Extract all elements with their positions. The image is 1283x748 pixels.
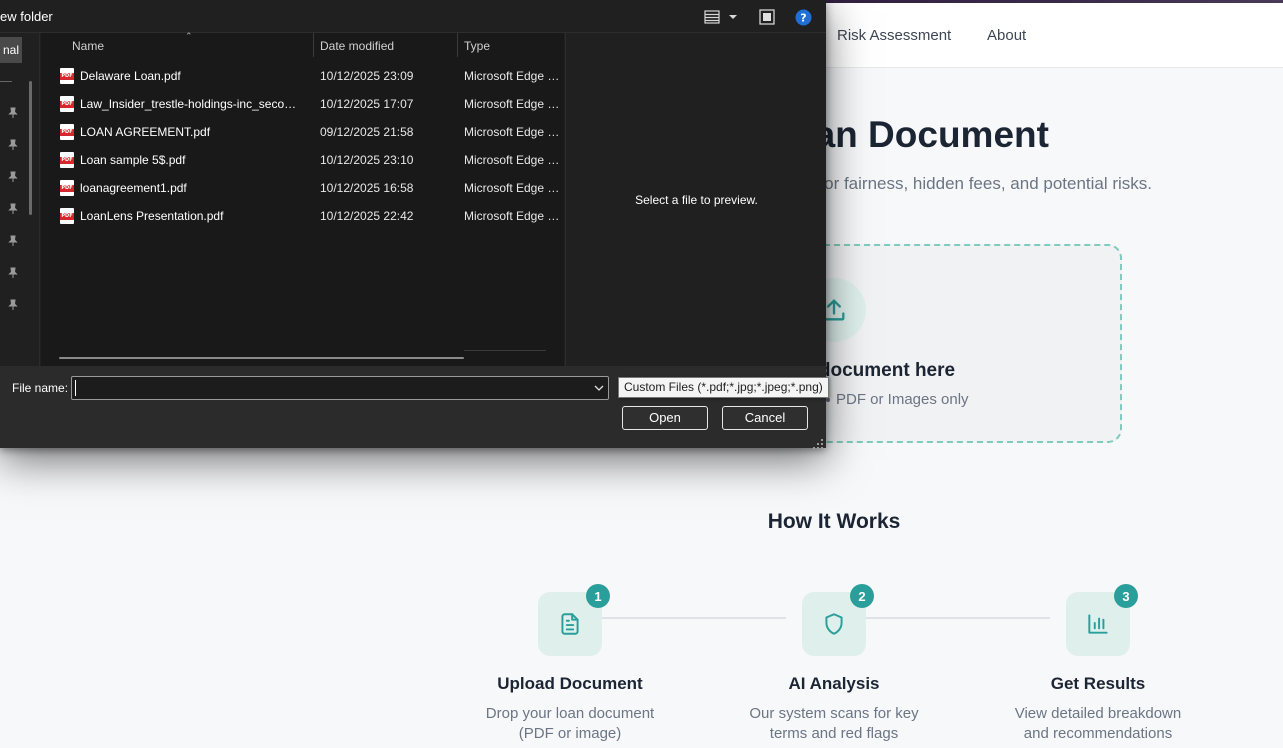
dropzone-bullet bbox=[826, 398, 830, 402]
pin-icon[interactable] bbox=[6, 106, 20, 120]
column-separator[interactable] bbox=[313, 33, 314, 57]
file-date: 10/12/2025 23:09 bbox=[320, 69, 414, 83]
pin-icon[interactable] bbox=[6, 266, 20, 280]
file-name: loanagreement1.pdf bbox=[80, 181, 187, 195]
step-connector bbox=[602, 617, 786, 619]
horizontal-scrollbar[interactable] bbox=[59, 357, 464, 359]
chevron-down-icon[interactable] bbox=[727, 8, 739, 26]
text-caret bbox=[75, 380, 76, 396]
help-icon[interactable]: ? bbox=[794, 8, 812, 26]
column-header-date-modified[interactable]: Date modified bbox=[320, 33, 394, 59]
nav-item-selected[interactable]: nal bbox=[0, 37, 22, 63]
file-row[interactable]: PDF loanagreement1.pdf 10/12/2025 16:58 … bbox=[55, 174, 564, 202]
step-desc-line: Drop your loan document bbox=[485, 705, 655, 722]
file-date: 10/12/2025 23:10 bbox=[320, 153, 414, 167]
step-number-badge: 1 bbox=[586, 584, 610, 608]
column-header-type[interactable]: Type bbox=[464, 33, 490, 59]
nav-about-link[interactable]: About bbox=[987, 27, 1026, 44]
file-name: Loan sample 5$.pdf bbox=[80, 153, 186, 167]
dialog-toolbar: ew folder ? bbox=[0, 0, 826, 33]
file-name: Delaware Loan.pdf bbox=[80, 69, 181, 83]
new-folder-button[interactable]: ew folder bbox=[0, 9, 53, 24]
pin-icon[interactable] bbox=[6, 138, 20, 152]
file-name: LOAN AGREEMENT.pdf bbox=[80, 125, 211, 139]
file-row[interactable]: PDF Law_Insider_trestle-holdings-inc_sec… bbox=[55, 90, 564, 118]
step-number-badge: 2 bbox=[850, 584, 874, 608]
step-description: Our system scans for key terms and red f… bbox=[714, 704, 954, 744]
cancel-button[interactable]: Cancel bbox=[722, 406, 808, 430]
preview-placeholder: Select a file to preview. bbox=[635, 193, 758, 207]
file-row[interactable]: PDF LOAN AGREEMENT.pdf 09/12/2025 21:58 … bbox=[55, 118, 564, 146]
preview-pane: Select a file to preview. bbox=[565, 33, 826, 366]
preview-pane-icon[interactable] bbox=[758, 8, 776, 26]
hero-title: oan Document bbox=[792, 114, 1049, 155]
step-title: AI Analysis bbox=[788, 674, 880, 693]
step-desc-line: and recommendations bbox=[1023, 725, 1173, 742]
step-connector bbox=[866, 617, 1050, 619]
column-header-name[interactable]: Name bbox=[72, 33, 104, 59]
file-list: ⌃ Name Date modified Type PDF Delaware L… bbox=[41, 31, 564, 366]
pin-icon[interactable] bbox=[6, 298, 20, 312]
sort-ascending-icon: ⌃ bbox=[185, 31, 193, 41]
file-row[interactable]: PDF Loan sample 5$.pdf 10/12/2025 23:10 … bbox=[55, 146, 564, 174]
navigation-pane: nal bbox=[0, 33, 40, 366]
file-type: Microsoft Edge PDF Document bbox=[464, 181, 564, 195]
file-name: LoanLens Presentation.pdf bbox=[80, 209, 224, 223]
pin-icon[interactable] bbox=[6, 202, 20, 216]
step-desc-line: View detailed breakdown bbox=[1014, 705, 1182, 722]
pdf-file-icon: PDF bbox=[60, 180, 74, 196]
step-desc-line: Our system scans for key bbox=[749, 705, 919, 722]
step-desc-line: (PDF or image) bbox=[518, 725, 622, 742]
resize-grip-icon[interactable] bbox=[813, 436, 823, 449]
how-it-works-title: How It Works bbox=[767, 510, 901, 533]
nav-item-label: nal bbox=[2, 43, 19, 57]
file-type-tooltip: Custom Files (*.pdf;*.jpg;*.jpeg;*.png) bbox=[618, 377, 829, 398]
step-title: Get Results bbox=[1050, 674, 1146, 693]
scroll-track bbox=[464, 350, 546, 351]
pin-icon[interactable] bbox=[6, 170, 20, 184]
pdf-file-icon: PDF bbox=[60, 124, 74, 140]
column-separator[interactable] bbox=[457, 33, 458, 57]
step-description: View detailed breakdown and recommendati… bbox=[978, 704, 1218, 744]
file-type: Microsoft Edge PDF Document bbox=[464, 209, 564, 223]
file-name-label: File name: bbox=[12, 381, 69, 395]
step-title: Upload Document bbox=[497, 674, 643, 693]
step-number-badge: 3 bbox=[1114, 584, 1138, 608]
file-row[interactable]: PDF LoanLens Presentation.pdf 10/12/2025… bbox=[55, 202, 564, 230]
pin-icon[interactable] bbox=[6, 234, 20, 248]
upload-dropzone[interactable] bbox=[780, 244, 1122, 443]
hero-subtitle: e it for fairness, hidden fees, and pote… bbox=[792, 174, 1153, 193]
file-name: Law_Insider_trestle-holdings-inc_second.… bbox=[80, 97, 302, 111]
file-date: 10/12/2025 22:42 bbox=[320, 209, 414, 223]
dropzone-subtitle: PDF or Images only bbox=[836, 391, 969, 408]
view-options-icon[interactable] bbox=[704, 8, 720, 26]
nav-risk-assessment-link[interactable]: Risk Assessment bbox=[837, 27, 951, 44]
nav-separator bbox=[0, 81, 12, 82]
file-type: Microsoft Edge PDF Document bbox=[464, 69, 564, 83]
file-type: Microsoft Edge PDF Document bbox=[464, 97, 564, 111]
open-button[interactable]: Open bbox=[622, 406, 708, 430]
step-desc-line: terms and red flags bbox=[769, 725, 899, 742]
file-date: 09/12/2025 21:58 bbox=[320, 125, 414, 139]
pdf-file-icon: PDF bbox=[60, 96, 74, 112]
step-description: Drop your loan document (PDF or image) bbox=[450, 704, 690, 744]
pdf-file-icon: PDF bbox=[60, 208, 74, 224]
chevron-down-icon[interactable] bbox=[592, 380, 606, 396]
nav-scrollbar[interactable] bbox=[29, 81, 32, 215]
file-name-input[interactable] bbox=[71, 376, 609, 400]
file-type: Microsoft Edge PDF Document bbox=[464, 125, 564, 139]
file-row[interactable]: PDF Delaware Loan.pdf 10/12/2025 23:09 M… bbox=[55, 62, 564, 90]
svg-text:?: ? bbox=[800, 11, 806, 24]
pdf-file-icon: PDF bbox=[60, 152, 74, 168]
file-date: 10/12/2025 17:07 bbox=[320, 97, 414, 111]
file-type: Microsoft Edge PDF Document bbox=[464, 153, 564, 167]
pdf-file-icon: PDF bbox=[60, 68, 74, 84]
file-date: 10/12/2025 16:58 bbox=[320, 181, 414, 195]
